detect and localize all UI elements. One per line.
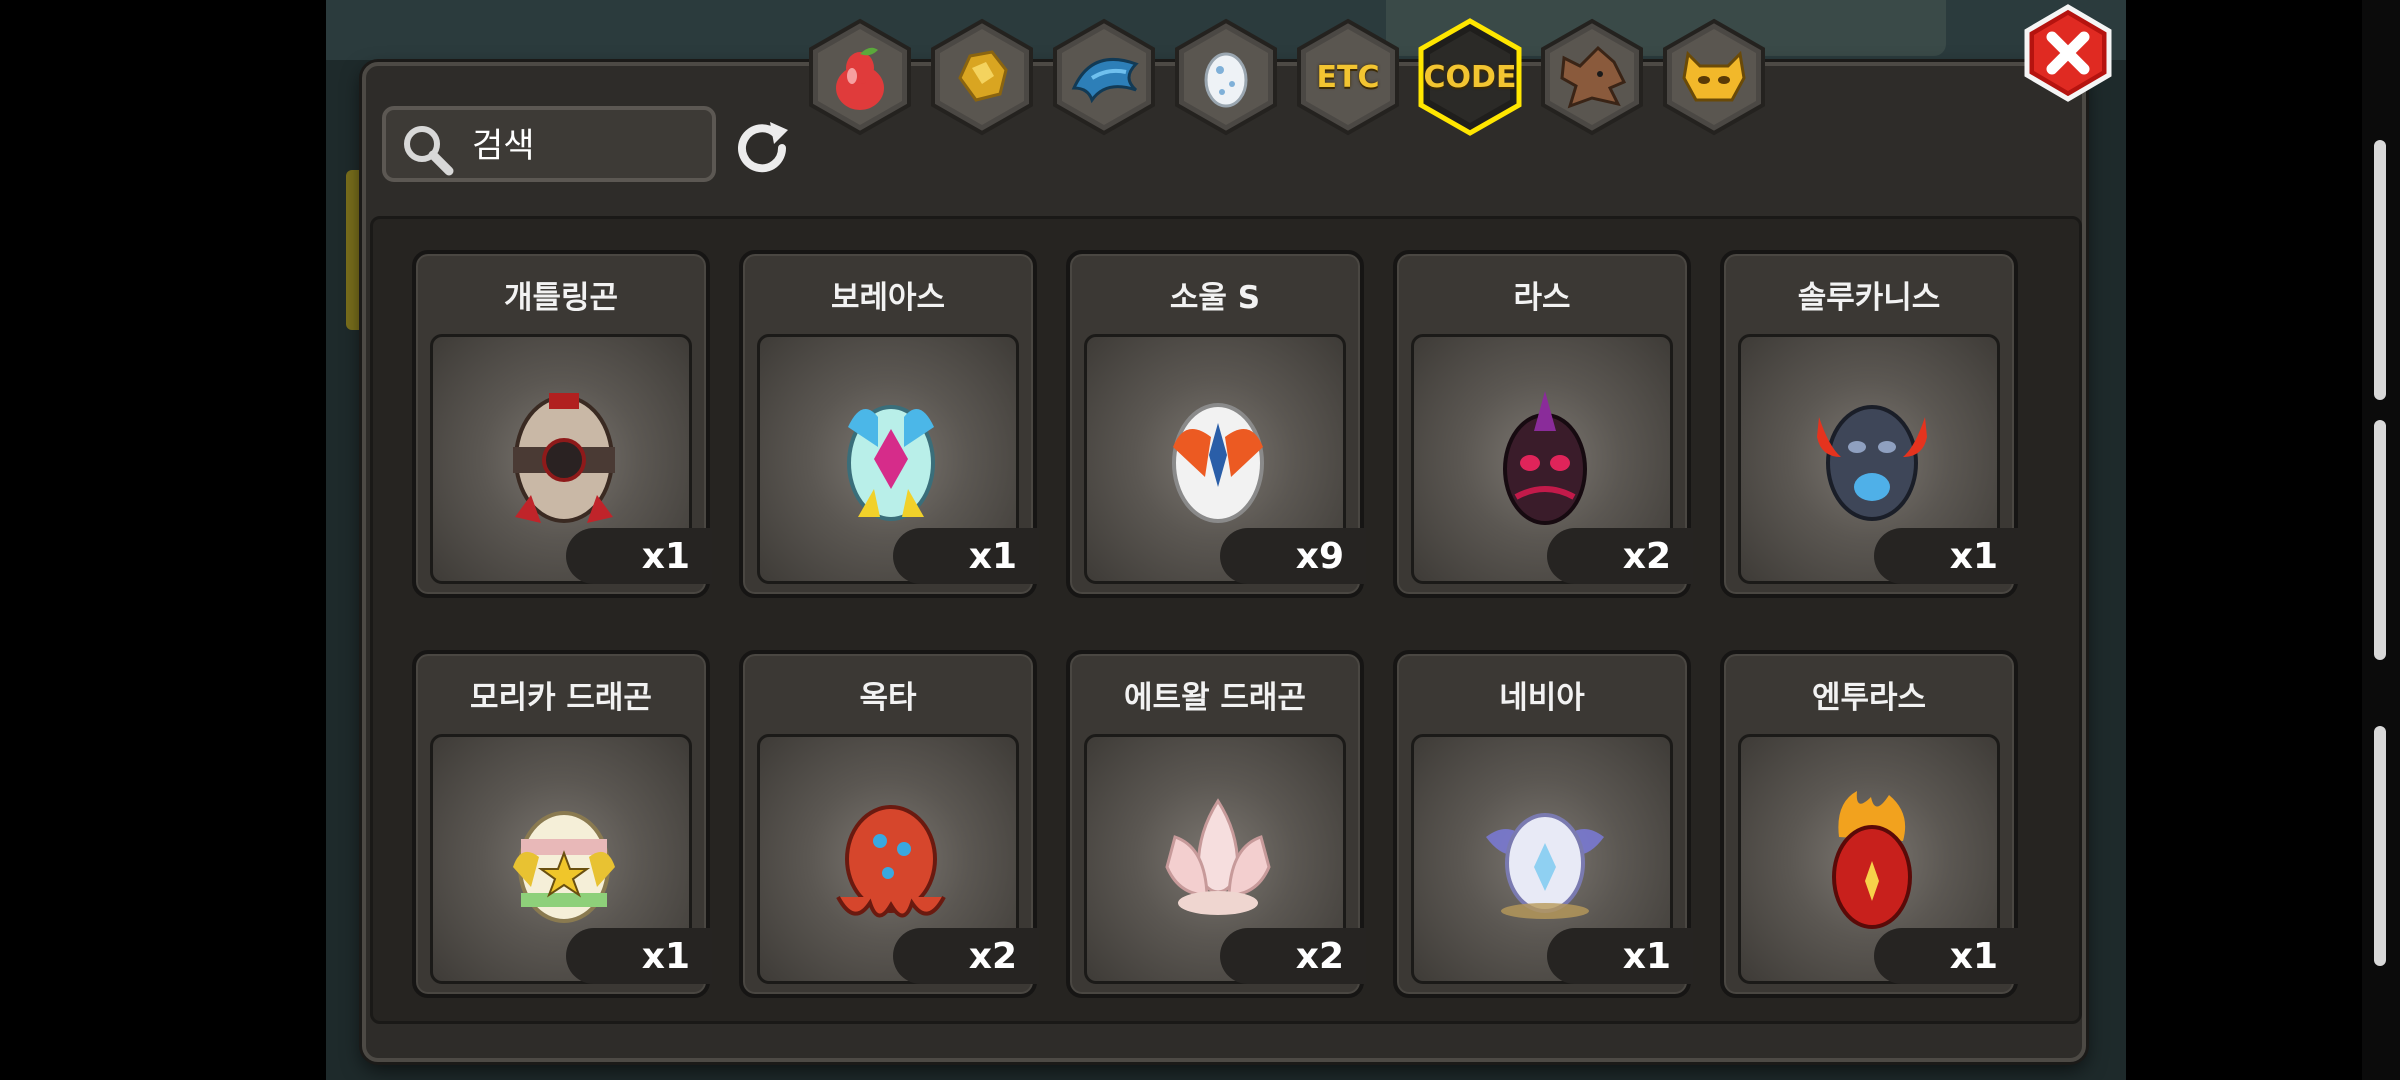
item-card[interactable]: 소울 S x9 bbox=[1066, 250, 1366, 598]
tab-code-label: CODE bbox=[1423, 59, 1517, 95]
octa-egg-icon bbox=[836, 805, 946, 918]
item-quantity: x1 bbox=[893, 528, 1039, 584]
tab-gold[interactable] bbox=[930, 18, 1034, 136]
tab-egg[interactable] bbox=[1174, 18, 1278, 136]
item-name: 소울 S bbox=[1169, 280, 1261, 316]
item-name: 개틀링곤 bbox=[503, 280, 619, 316]
solucanis-egg-icon bbox=[1817, 405, 1927, 521]
close-button[interactable] bbox=[2024, 4, 2112, 102]
search-icon bbox=[404, 126, 454, 176]
item-card[interactable]: 네비아 x1 bbox=[1393, 650, 1693, 998]
item-quantity: x1 bbox=[566, 528, 712, 584]
tab-etc-label: ETC bbox=[1316, 59, 1380, 95]
item-card[interactable]: 개틀링곤 x1 bbox=[412, 250, 712, 598]
morika-egg-icon bbox=[513, 811, 615, 923]
scrollbar-thumb-middle[interactable] bbox=[2374, 420, 2386, 660]
tab-fruit[interactable] bbox=[808, 18, 912, 136]
etoile-egg-icon bbox=[1165, 798, 1271, 915]
item-quantity: x2 bbox=[1220, 928, 1366, 984]
egg-icon bbox=[1204, 52, 1248, 108]
scrollbar-thumb-top[interactable] bbox=[2374, 140, 2386, 400]
item-name: 에트왈 드래곤 bbox=[1124, 680, 1306, 716]
nebia-egg-icon bbox=[1486, 813, 1604, 919]
search-input[interactable] bbox=[470, 120, 704, 172]
tab-etc[interactable]: ETC bbox=[1296, 18, 1400, 136]
tab-demon[interactable] bbox=[1662, 18, 1766, 136]
item-quantity: x1 bbox=[1874, 528, 2020, 584]
item-name: 라스 bbox=[1513, 280, 1571, 316]
item-card[interactable]: 옥타 x2 bbox=[739, 650, 1039, 998]
soul-s-egg-icon bbox=[1172, 403, 1264, 523]
item-quantity: x1 bbox=[1874, 928, 2020, 984]
boreas-egg-icon bbox=[847, 405, 935, 521]
item-card[interactable]: 에트왈 드래곤 x2 bbox=[1066, 650, 1366, 998]
item-quantity: x9 bbox=[1220, 528, 1366, 584]
item-name: 솔루카니스 bbox=[1797, 280, 1941, 316]
tab-wing[interactable] bbox=[1052, 18, 1156, 136]
enturas-egg-icon bbox=[1832, 791, 1912, 929]
scrollbar-thumb-bottom[interactable] bbox=[2374, 726, 2386, 966]
item-quantity: x1 bbox=[1547, 928, 1693, 984]
item-card[interactable]: 보레아스 x1 bbox=[739, 250, 1039, 598]
gatling-egg-icon bbox=[513, 393, 615, 523]
refresh-icon[interactable] bbox=[732, 116, 792, 176]
ras-egg-icon bbox=[1503, 391, 1587, 525]
search-box[interactable] bbox=[382, 106, 716, 182]
item-name: 네비아 bbox=[1499, 680, 1585, 716]
item-name: 보레아스 bbox=[830, 280, 946, 316]
tab-wolf[interactable] bbox=[1540, 18, 1644, 136]
item-card[interactable]: 라스 x2 bbox=[1393, 250, 1693, 598]
item-card[interactable]: 솔루카니스 x1 bbox=[1720, 250, 2020, 598]
item-quantity: x2 bbox=[1547, 528, 1693, 584]
item-name: 옥타 bbox=[859, 680, 917, 716]
item-name: 엔투라스 bbox=[1811, 680, 1927, 716]
tab-code-selected[interactable]: CODE bbox=[1418, 18, 1522, 136]
item-card[interactable]: 모리카 드래곤 x1 bbox=[412, 650, 712, 998]
item-quantity: x2 bbox=[893, 928, 1039, 984]
item-card[interactable]: 엔투라스 x1 bbox=[1720, 650, 2020, 998]
item-name: 모리카 드래곤 bbox=[470, 680, 652, 716]
item-quantity: x1 bbox=[566, 928, 712, 984]
